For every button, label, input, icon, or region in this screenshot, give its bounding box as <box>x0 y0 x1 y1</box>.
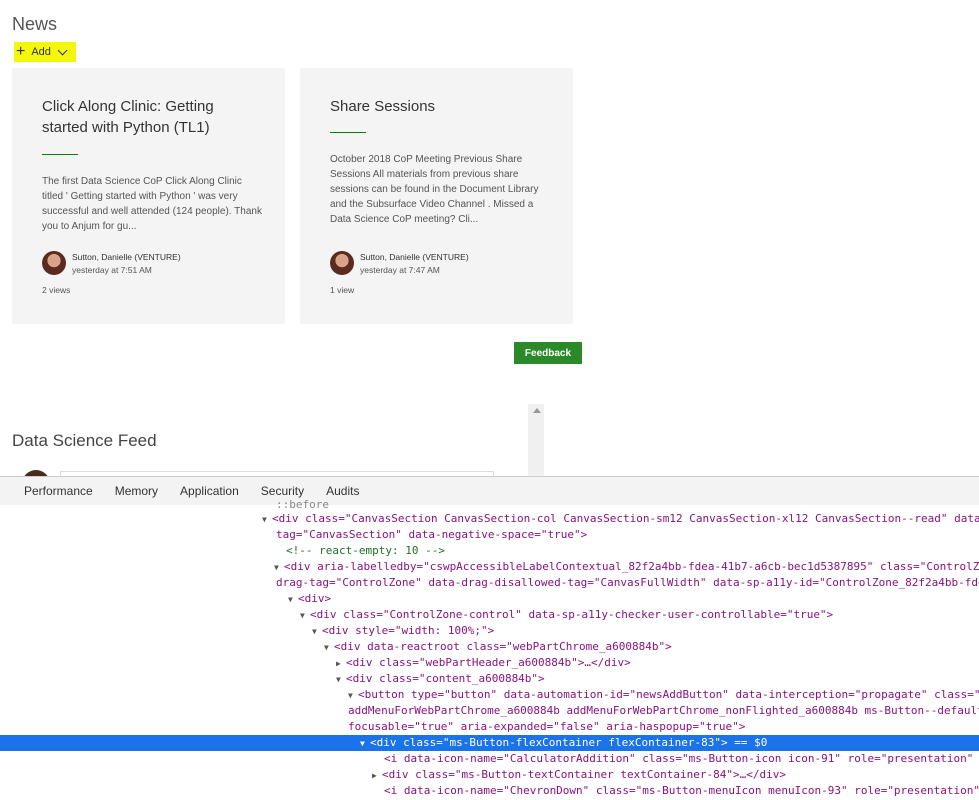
dom-node-line[interactable]: ▼ <div style="width: 100%;"> <box>312 623 494 639</box>
news-card-excerpt: The first Data Science CoP Click Along C… <box>42 176 262 232</box>
devtools-tab-bar: Performance Memory Application Security … <box>0 476 979 506</box>
dom-node-line[interactable]: tag="CanvasSection" data-negative-space=… <box>276 527 587 543</box>
add-news-button[interactable]: + Add <box>14 42 76 62</box>
dom-node-line[interactable]: ▼ <div data-reactroot class="webPartChrom… <box>324 639 672 655</box>
title-divider <box>330 132 366 133</box>
expand-triangle-icon[interactable]: ▼ <box>348 688 358 704</box>
expand-triangle-icon[interactable]: ▼ <box>262 512 272 528</box>
expand-triangle-icon[interactable]: ▼ <box>300 608 310 624</box>
dom-node-line[interactable]: ▼ <div aria-labelledby="cswpAccessibleLab… <box>274 559 979 575</box>
news-card-excerpt: October 2018 CoP Meeting Previous Share … <box>330 154 539 225</box>
plus-icon: + <box>16 43 26 60</box>
add-label: Add <box>31 46 51 58</box>
title-divider <box>42 154 78 155</box>
author-avatar <box>330 251 354 275</box>
news-card-title[interactable]: Share Sessions <box>330 96 530 117</box>
dom-node-line-selected[interactable]: ▼ <div class="ms-Button-flexContainer fle… <box>0 735 979 751</box>
author-avatar <box>42 251 66 275</box>
dom-node-line[interactable]: ▼ <div> <box>288 591 331 607</box>
dom-node-line[interactable]: drag-tag="ControlZone" data-drag-disallo… <box>276 575 979 591</box>
feedback-button[interactable]: Feedback <box>514 342 582 364</box>
scroll-up-arrow-icon[interactable] <box>533 408 541 413</box>
expand-triangle-icon[interactable]: ▼ <box>360 736 370 752</box>
devtools-elements-tree: ::before ▼ <div class="CanvasSection Canv… <box>0 498 979 800</box>
tab-memory[interactable]: Memory <box>104 484 169 498</box>
dom-node-line[interactable]: <i data-icon-name="CalculatorAddition" c… <box>384 751 979 767</box>
expand-triangle-icon[interactable]: ▼ <box>336 672 346 688</box>
news-card-author[interactable]: Sutton, Danielle (VENTURE) <box>360 252 469 262</box>
expand-triangle-icon[interactable]: ▶ <box>336 656 346 672</box>
chevron-down-icon <box>57 45 68 55</box>
expand-triangle-icon[interactable]: ▶ <box>372 768 382 784</box>
tab-application[interactable]: Application <box>169 484 250 498</box>
dom-node-line[interactable]: ▶ <div class="webPartHeader_a600884b">…</… <box>336 655 631 671</box>
expand-triangle-icon[interactable]: ▼ <box>324 640 334 656</box>
tab-performance[interactable]: Performance <box>0 484 104 498</box>
news-card-views: 2 views <box>42 285 71 295</box>
dom-node-line[interactable]: ▼ <button type="button" data-automation-i… <box>348 687 979 703</box>
feed-section-title: Data Science Feed <box>12 431 157 450</box>
news-card-author[interactable]: Sutton, Danielle (VENTURE) <box>72 252 181 262</box>
news-card-title[interactable]: Click Along Clinic: Getting started with… <box>42 96 242 138</box>
news-card-time: yesterday at 7:47 AM <box>360 265 440 275</box>
scrollbar[interactable] <box>528 404 544 476</box>
news-card-views: 1 view <box>330 285 355 295</box>
news-section-title: News <box>12 14 58 34</box>
dom-node-line[interactable]: addMenuForWebPartChrome_a600884b addMenu… <box>348 703 979 719</box>
news-card[interactable]: Click Along Clinic: Getting started with… <box>12 68 285 324</box>
expand-triangle-icon[interactable]: ▼ <box>288 592 298 608</box>
dom-node-line[interactable]: ▼ <div class="content_a600884b"> <box>336 671 545 687</box>
dom-node-line[interactable]: ▶ <div class="ms-Button-textContainer tex… <box>372 767 786 783</box>
expand-triangle-icon[interactable]: ▼ <box>274 560 284 576</box>
tab-security[interactable]: Security <box>250 484 315 498</box>
dom-comment-line[interactable]: <!-- react-empty: 10 --> <box>286 543 445 559</box>
news-card[interactable]: Share Sessions October 2018 CoP Meeting … <box>300 68 573 324</box>
dom-node-line[interactable]: ▼ <div class="ControlZone-control" data-s… <box>300 607 833 623</box>
dom-node-line[interactable]: ▼ <div class="CanvasSection CanvasSection… <box>262 511 979 527</box>
dom-node-line[interactable]: <i data-icon-name="ChevronDown" class="m… <box>384 783 979 799</box>
dom-node-line[interactable]: focusable="true" aria-expanded="false" a… <box>348 719 745 735</box>
expand-triangle-icon[interactable]: ▼ <box>312 624 322 640</box>
news-card-time: yesterday at 7:51 AM <box>72 265 152 275</box>
tab-audits[interactable]: Audits <box>315 484 370 498</box>
